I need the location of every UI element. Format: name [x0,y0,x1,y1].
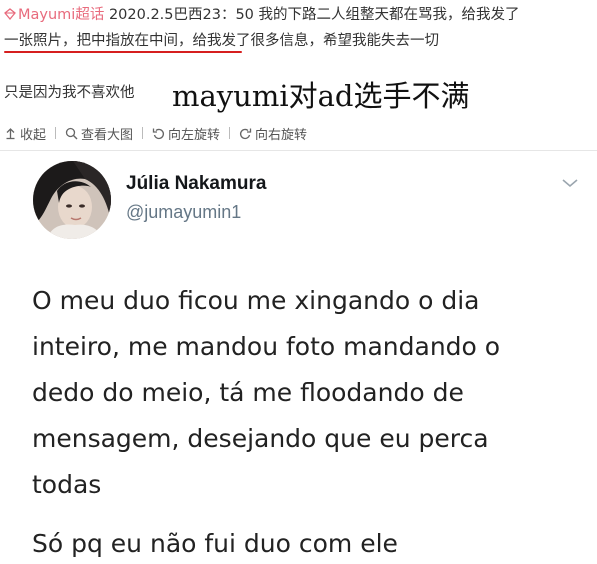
rotate-left-label: 向左旋转 [168,127,221,143]
diamond-tag-icon [4,8,16,20]
tweet-body: O meu duo ficou me xingando o dia inteir… [32,278,572,508]
rotate-left-button[interactable]: 向左旋转 [152,124,220,143]
rotate-right-icon [240,128,252,139]
tweet-line: todas [32,470,102,499]
post-line-1-text: 2020.2.5巴西23：50 我的下路二人组整天都在骂我，给我发了 [108,7,520,23]
overlay-caption: mayumi对ad选手不满 [172,79,470,113]
toolbar-divider [55,127,57,139]
display-name[interactable]: Júlia Nakamura [126,173,266,195]
rotate-right-label: 向右旋转 [255,127,308,143]
rotate-left-icon [152,128,165,139]
super-topic-label: Mayumi超话 [18,7,105,23]
post-line-1: Mayumi超话 2020.2.5巴西23：50 我的下路二人组整天都在骂我，给… [4,2,594,28]
avatar[interactable] [33,161,111,239]
collapse-label: 收起 [20,127,47,143]
post-line-2-text: 给我发了很多信息，希望我能失去一切 [192,33,440,49]
tweet-second-paragraph: Só pq eu não fui duo com ele [32,529,398,558]
tweet-line: inteiro, me mandou foto mandando o [32,332,501,361]
chevron-down-icon[interactable] [561,177,579,189]
post-line-3: 只是因为我不喜欢他 [4,85,135,101]
avatar-photo [33,161,111,239]
post-text: Mayumi超话 2020.2.5巴西23：50 我的下路二人组整天都在骂我，给… [4,2,594,54]
underlined-phrase: 一张照片，把中指放在中间， [4,33,193,49]
image-toolbar: 收起 查看大图 向左旋转 向右旋转 [4,122,307,144]
view-large-label: 查看大图 [81,127,134,143]
tweet-line: dedo do meio, tá me floodando de [32,378,464,407]
arrow-up-icon [6,127,15,139]
view-large-button[interactable]: 查看大图 [65,124,133,143]
red-underline-annotation [4,51,242,53]
toolbar-divider [142,127,144,139]
tweet-screenshot: Júlia Nakamura @jumayumin1 O meu duo fic… [0,152,597,562]
tweet-line: mensagem, desejando que eu perca [32,424,489,453]
super-topic-tag[interactable]: Mayumi超话 [4,7,109,23]
user-handle[interactable]: @jumayumin1 [126,202,241,223]
collapse-button[interactable]: 收起 [4,124,46,143]
tweet-line: O meu duo ficou me xingando o dia [32,286,480,315]
weibo-post: Mayumi超话 2020.2.5巴西23：50 我的下路二人组整天都在骂我，给… [0,0,597,143]
toolbar-divider [229,127,231,139]
magnifier-icon [65,127,78,139]
rotate-right-button[interactable]: 向右旋转 [239,124,307,143]
toolbar-divider-line [0,150,597,151]
